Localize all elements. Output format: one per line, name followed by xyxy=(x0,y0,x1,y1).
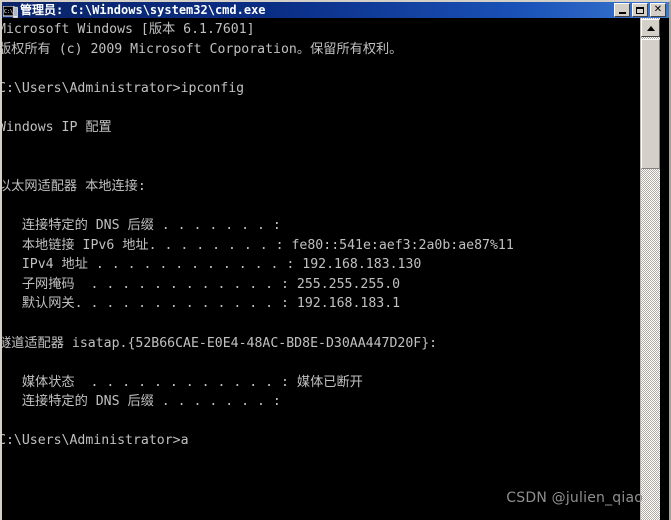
scrollbar-thumb[interactable] xyxy=(641,39,660,169)
restore-icon xyxy=(636,6,644,14)
minimize-icon xyxy=(618,11,626,14)
chevron-up-icon xyxy=(646,25,655,31)
window-title: 管理员: C:\Windows\system32\cmd.exe xyxy=(20,3,266,17)
svg-text:C:\: C:\ xyxy=(4,9,13,15)
console-line: 版权所有 (c) 2009 Microsoft Corporation。保留所有… xyxy=(2,41,403,57)
console-line: Windows IP 配置 xyxy=(2,119,112,135)
maximize-restore-button[interactable] xyxy=(632,3,648,17)
console-line: 子网掩码 . . . . . . . . . . . . : 255.255.2… xyxy=(2,276,401,292)
console-output-area[interactable]: Microsoft Windows [版本 6.1.7601] 版权所有 (c) … xyxy=(2,18,638,520)
close-icon: ✕ xyxy=(653,4,663,15)
console-line: Microsoft Windows [版本 6.1.7601] xyxy=(2,22,255,37)
console-line: IPv4 地址 . . . . . . . . . . . . : 192.16… xyxy=(2,257,422,273)
command-prompt-window: C:\ 管理员: C:\Windows\system32\cmd.exe ✕ M… xyxy=(0,0,671,520)
console-line: 媒体状态 . . . . . . . . . . . . : 媒体已断开 xyxy=(2,374,363,390)
console-text-buffer: Microsoft Windows [版本 6.1.7601] 版权所有 (c) … xyxy=(2,20,638,451)
minimize-button[interactable] xyxy=(614,3,630,17)
console-line: 隧道适配器 isatap.{52B66CAE-E0E4-48AC-BD8E-D3… xyxy=(2,335,438,351)
console-line: C:\Users\Administrator>a xyxy=(2,433,189,449)
window-controls: ✕ xyxy=(614,3,668,17)
console-line: 默认网关. . . . . . . . . . . . . : 192.168.… xyxy=(2,296,401,312)
window-titlebar[interactable]: C:\ 管理员: C:\Windows\system32\cmd.exe ✕ xyxy=(2,2,669,18)
scroll-up-button[interactable] xyxy=(641,19,660,37)
console-line: 以太网适配器 本地连接: xyxy=(2,178,146,194)
console-line: 连接特定的 DNS 后缀 . . . . . . . : xyxy=(2,217,281,233)
csdn-watermark: CSDN @julien_qiao xyxy=(506,490,643,506)
cmd-console-icon: C:\ xyxy=(2,4,19,18)
vertical-scrollbar[interactable] xyxy=(640,18,660,520)
console-line: 本地链接 IPv6 地址. . . . . . . . : fe80::541e… xyxy=(2,237,514,253)
console-line: 连接特定的 DNS 后缀 . . . . . . . : xyxy=(2,394,281,410)
console-line: C:\Users\Administrator>ipconfig xyxy=(2,80,245,96)
close-button[interactable]: ✕ xyxy=(650,3,666,17)
